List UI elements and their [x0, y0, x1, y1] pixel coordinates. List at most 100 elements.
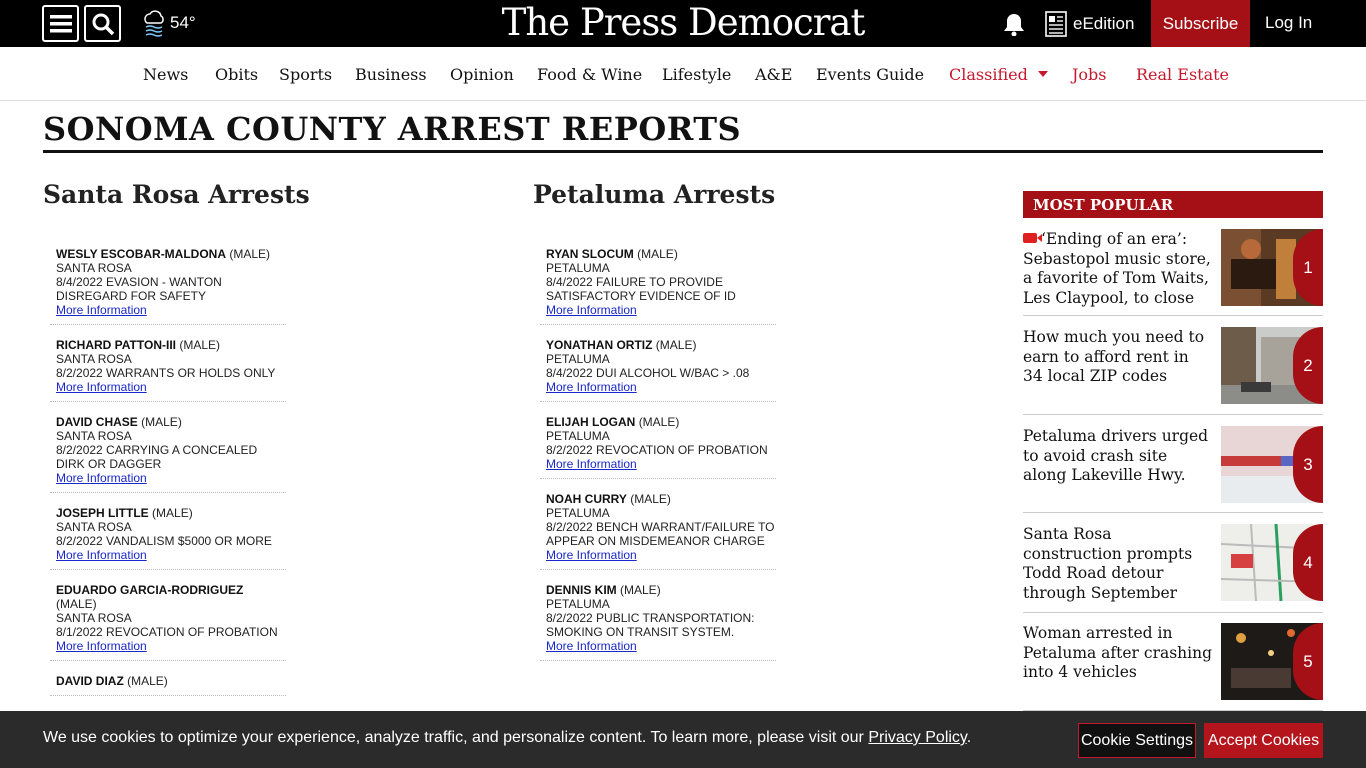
nav-real-estate[interactable]: Real Estate: [1136, 65, 1229, 84]
popular-story-thumbnail[interactable]: 3: [1221, 426, 1323, 503]
arrest-item: DAVID DIAZ (MALE): [50, 668, 286, 696]
cookie-message-text: We use cookies to optimize your experien…: [43, 729, 864, 746]
arrest-charge: 8/2/2022 BENCH WARRANT/FAILURE TO APPEAR…: [546, 520, 775, 548]
cookie-settings-button[interactable]: Cookie Settings: [1078, 723, 1196, 758]
arrest-charge: 8/4/2022 FAILURE TO PROVIDE SATISFACTORY…: [546, 275, 736, 303]
accept-cookies-button[interactable]: Accept Cookies: [1204, 723, 1323, 758]
more-information-link[interactable]: More Information: [56, 548, 286, 562]
more-information-link[interactable]: More Information: [56, 380, 286, 394]
login-link[interactable]: Log In: [1265, 13, 1312, 33]
arrestee-gender: (MALE): [179, 338, 221, 352]
arrestee-city: SANTA ROSA: [56, 611, 132, 625]
privacy-policy-link[interactable]: Privacy Policy: [868, 729, 966, 746]
arrest-charge: 8/2/2022 PUBLIC TRANSPORTATION: SMOKING …: [546, 611, 755, 639]
popular-story-thumbnail[interactable]: 5: [1221, 623, 1323, 700]
arrestee-gender: (MALE): [655, 338, 697, 352]
popular-story-thumbnail[interactable]: 4: [1221, 524, 1323, 601]
nav-ae[interactable]: A&E: [755, 65, 792, 84]
arrest-item: WESLY ESCOBAR-MALDONA (MALE) SANTA ROSA …: [50, 241, 286, 325]
main-nav: News Obits Sports Business Opinion Food …: [0, 47, 1366, 101]
more-information-link[interactable]: More Information: [546, 548, 776, 562]
more-information-link[interactable]: More Information: [56, 639, 286, 653]
bell-icon: [1004, 14, 1024, 37]
most-popular-heading: MOST POPULAR: [1023, 191, 1323, 218]
arrest-item: DAVID CHASE (MALE) SANTA ROSA 8/2/2022 C…: [50, 409, 286, 493]
nav-obits[interactable]: Obits: [215, 65, 258, 84]
nav-food-wine[interactable]: Food & Wine: [537, 65, 642, 84]
nav-news[interactable]: News: [143, 65, 188, 84]
more-information-link[interactable]: More Information: [546, 380, 776, 394]
nav-events-guide[interactable]: Events Guide: [816, 65, 924, 84]
arrest-charge: 8/1/2022 REVOCATION OF PROBATION: [56, 625, 278, 639]
nav-jobs[interactable]: Jobs: [1072, 65, 1107, 84]
nav-sports[interactable]: Sports: [279, 65, 332, 84]
arrestee-gender: (MALE): [229, 247, 271, 261]
arrestee-name: RICHARD PATTON-III: [56, 338, 176, 352]
arrest-item: NOAH CURRY (MALE) PETALUMA 8/2/2022 BENC…: [540, 486, 776, 570]
arrestee-name: YONATHAN ORTIZ: [546, 338, 653, 352]
cookie-message: We use cookies to optimize your experien…: [43, 729, 971, 747]
petaluma-arrest-list: RYAN SLOCUM (MALE) PETALUMA 8/4/2022 FAI…: [540, 241, 776, 668]
popular-story-title[interactable]: Santa Rosa construction prompts Todd Roa…: [1023, 525, 1213, 603]
arrestee-gender: (MALE): [141, 415, 182, 429]
notification-button[interactable]: [1003, 12, 1025, 41]
arrestee-name: RYAN SLOCUM: [546, 247, 634, 261]
subscribe-button[interactable]: Subscribe: [1151, 0, 1250, 47]
popular-story-thumbnail[interactable]: 1: [1221, 229, 1323, 306]
popular-story-title[interactable]: Petaluma drivers urged to avoid crash si…: [1023, 427, 1213, 486]
arrestee-gender: (MALE): [127, 674, 168, 688]
top-bar: 54° The Press Democrat eEdition Subscrib…: [0, 0, 1366, 47]
arrestee-name: JOSEPH LITTLE: [56, 506, 149, 520]
arrestee-name: WESLY ESCOBAR-MALDONA: [56, 247, 227, 261]
popular-story[interactable]: How much you need to earn to afford rent…: [1023, 327, 1323, 415]
eedition-label: eEdition: [1073, 14, 1135, 33]
nav-lifestyle[interactable]: Lifestyle: [662, 65, 731, 84]
eedition-link[interactable]: eEdition: [1045, 11, 1134, 37]
arrest-charge: 8/2/2022 WARRANTS OR HOLDS ONLY: [56, 366, 276, 380]
arrestee-name: DAVID DIAZ: [56, 674, 124, 688]
popular-story-title[interactable]: How much you need to earn to afford rent…: [1023, 328, 1213, 387]
more-information-link[interactable]: More Information: [56, 303, 286, 317]
arrest-item: EDUARDO GARCIA-RODRIGUEZ (MALE) SANTA RO…: [50, 577, 286, 661]
classified-dropdown-caret[interactable]: [1038, 71, 1048, 77]
santa-rosa-heading: Santa Rosa Arrests: [43, 180, 310, 209]
popular-story[interactable]: Santa Rosa construction prompts Todd Roa…: [1023, 524, 1323, 613]
arrest-charge: 8/2/2022 REVOCATION OF PROBATION: [546, 443, 768, 457]
page-title: SONOMA COUNTY ARREST REPORTS: [43, 110, 742, 148]
arrest-item: DENNIS KIM (MALE) PETALUMA 8/2/2022 PUBL…: [540, 577, 776, 661]
santa-rosa-arrest-list: WESLY ESCOBAR-MALDONA (MALE) SANTA ROSA …: [50, 241, 286, 703]
more-information-link[interactable]: More Information: [546, 303, 776, 317]
arrestee-city: SANTA ROSA: [56, 520, 132, 534]
popular-story-title[interactable]: Woman arrested in Petaluma after crashin…: [1023, 624, 1213, 683]
arrest-charge: 8/2/2022 VANDALISM $5000 OR MORE: [56, 534, 272, 548]
title-divider: [43, 150, 1323, 153]
nav-opinion[interactable]: Opinion: [450, 65, 514, 84]
arrest-item: ELIJAH LOGAN (MALE) PETALUMA 8/2/2022 RE…: [540, 409, 776, 479]
arrest-charge: 8/2/2022 CARRYING A CONCEALED DIRK OR DA…: [56, 443, 258, 471]
more-information-link[interactable]: More Information: [56, 471, 286, 485]
popular-story-title[interactable]: ‘Ending of an era’: Sebastopol music sto…: [1023, 230, 1211, 307]
arrestee-name: ELIJAH LOGAN: [546, 415, 636, 429]
arrestee-name: EDUARDO GARCIA-RODRIGUEZ: [56, 583, 244, 597]
cookie-message-suffix: .: [966, 729, 972, 746]
arrest-charge: 8/4/2022 DUI ALCOHOL W/BAC > .08: [546, 366, 750, 380]
popular-story-thumbnail[interactable]: 2: [1221, 327, 1323, 404]
newspaper-icon: [1045, 11, 1067, 37]
arrestee-city: PETALUMA: [546, 429, 610, 443]
arrest-item: RYAN SLOCUM (MALE) PETALUMA 8/4/2022 FAI…: [540, 241, 776, 325]
popular-story[interactable]: ‘Ending of an era’: Sebastopol music sto…: [1023, 229, 1323, 316]
popular-story[interactable]: Woman arrested in Petaluma after crashin…: [1023, 623, 1323, 711]
arrestee-city: SANTA ROSA: [56, 261, 132, 275]
nav-business[interactable]: Business: [355, 65, 427, 84]
popular-story[interactable]: Petaluma drivers urged to avoid crash si…: [1023, 426, 1323, 513]
arrestee-gender: (MALE): [152, 506, 193, 520]
nav-classified[interactable]: Classified: [949, 65, 1028, 84]
arrestee-gender: (MALE): [56, 597, 97, 611]
arrestee-city: SANTA ROSA: [56, 352, 132, 366]
more-information-link[interactable]: More Information: [546, 639, 776, 653]
arrestee-gender: (MALE): [638, 415, 680, 429]
arrestee-city: PETALUMA: [546, 506, 610, 520]
arrestee-name: DENNIS KIM: [546, 583, 617, 597]
arrestee-city: PETALUMA: [546, 352, 610, 366]
more-information-link[interactable]: More Information: [546, 457, 776, 471]
